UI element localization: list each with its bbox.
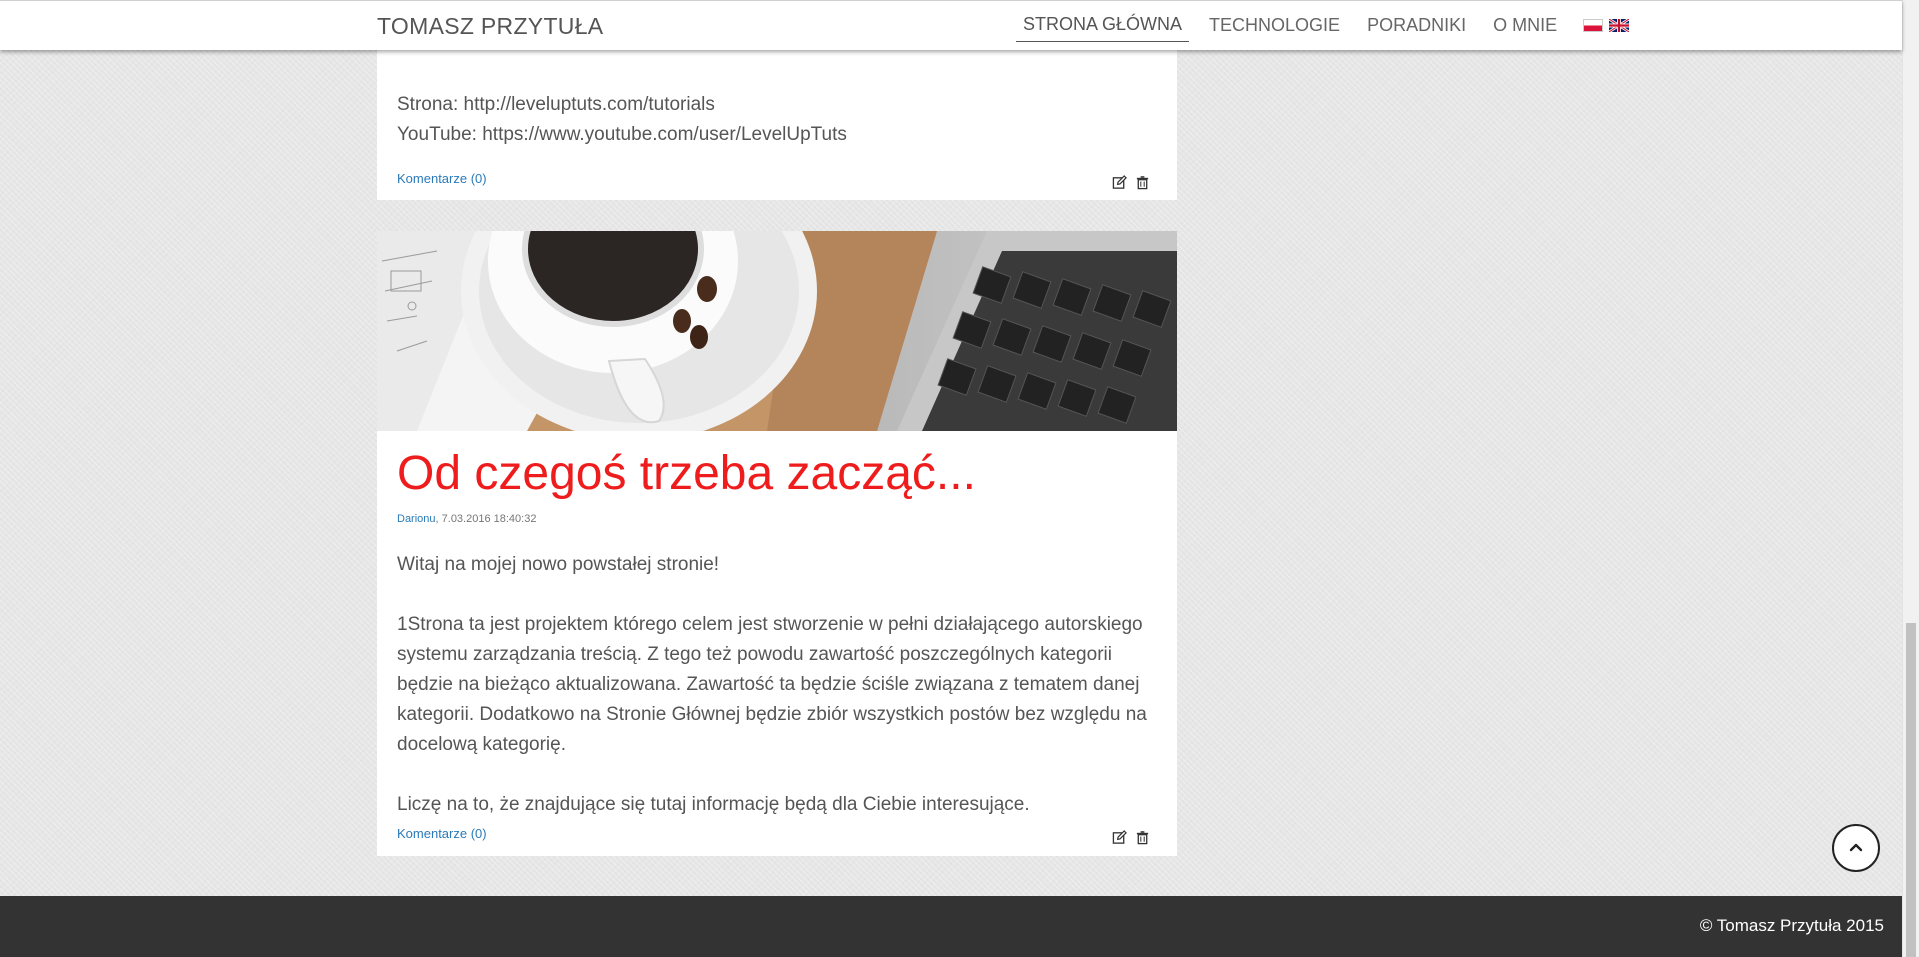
copyright-text: © Tomasz Przytuła 2015 [1699, 916, 1884, 935]
coffee-and-laptop-photo [377, 231, 1177, 431]
post-paragraph: 1Strona ta jest projektem którego celem … [397, 614, 1147, 755]
post-card: Od czegoś trzeba zacząć... Darionu, 7.03… [377, 231, 1177, 856]
post-meta: Darionu, 7.03.2016 18:40:32 [397, 513, 1157, 525]
site-brand[interactable]: TOMASZ PRZYTUŁA [377, 13, 603, 40]
edit-icon[interactable] [1112, 175, 1127, 190]
post-paragraph: YouTube: https://www.youtube.com/user/Le… [397, 124, 847, 145]
trash-icon[interactable] [1135, 830, 1150, 845]
main-nav: STRONA GŁÓWNA TECHNOLOGIE PORADNIKI O MN… [1016, 14, 1630, 42]
top-navbar: TOMASZ PRZYTUŁA STRONA GŁÓWNA TECHNOLOGI… [0, 0, 1902, 50]
post-title[interactable]: Od czegoś trzeba zacząć... [397, 444, 1157, 504]
post-paragraph: Strona: http://leveluptuts.com/tutorials [397, 94, 715, 115]
nav-item-tutorials[interactable]: PORADNIKI [1360, 15, 1473, 42]
page-footer: © Tomasz Przytuła 2015 [0, 896, 1902, 957]
post-footer: Komentarze (0) [397, 826, 1157, 846]
post-actions [1112, 830, 1150, 845]
post-actions [1112, 175, 1150, 190]
nav-item-home[interactable]: STRONA GŁÓWNA [1016, 14, 1190, 42]
comments-link[interactable]: Komentarze (0) [397, 171, 487, 186]
post-paragraph: Witaj na mojej nowo powstałej stronie! [397, 554, 720, 575]
post-paragraph: Liczę na to, że znajdujące się tutaj inf… [397, 794, 1030, 815]
scrollbar-thumb[interactable] [1906, 623, 1916, 957]
post-date: , 7.03.2016 18:40:32 [435, 513, 537, 525]
edit-icon[interactable] [1112, 830, 1127, 845]
chevron-up-icon [1849, 839, 1863, 857]
post-author-link[interactable]: Darionu [397, 513, 436, 525]
nav-item-technologies[interactable]: TECHNOLOGIE [1202, 15, 1347, 42]
post-footer: Komentarze (0) [397, 171, 1157, 191]
scroll-to-top-button[interactable] [1832, 824, 1880, 872]
pl-flag-icon[interactable] [1583, 18, 1604, 32]
trash-icon[interactable] [1135, 175, 1150, 190]
post-body: Witaj na mojej nowo powstałej stronie! 1… [377, 550, 1177, 820]
vertical-scrollbar[interactable] [1902, 0, 1919, 957]
uk-flag-icon[interactable] [1609, 18, 1630, 32]
comments-link[interactable]: Komentarze (0) [397, 826, 487, 841]
nav-item-about[interactable]: O MNIE [1486, 15, 1564, 42]
